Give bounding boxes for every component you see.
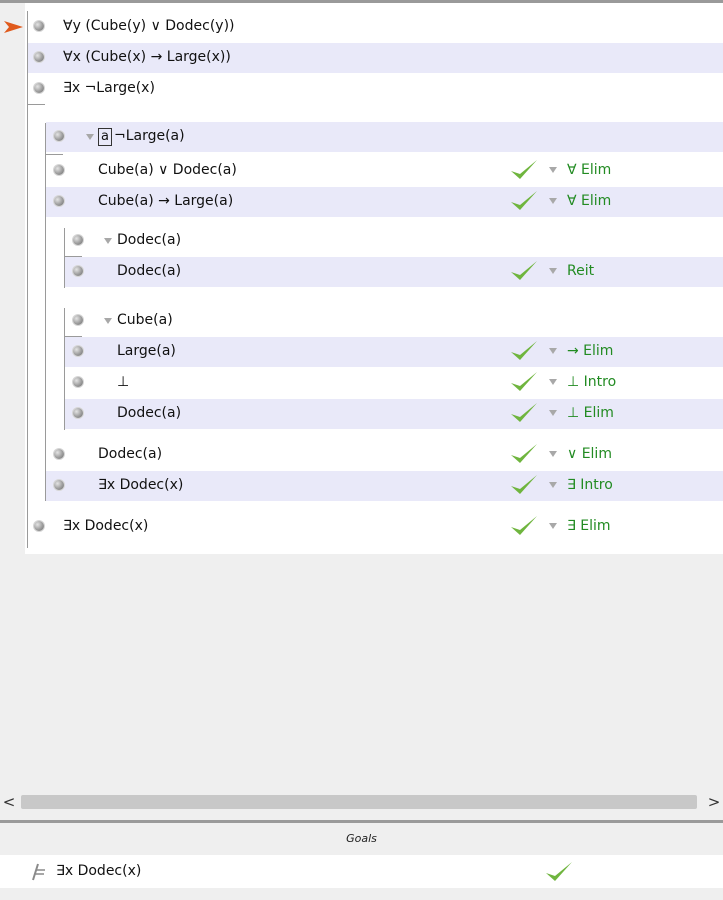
proof-step-conclusion[interactable]: ∃x Dodec(x)	[28, 512, 723, 542]
step-bullet-icon[interactable]	[73, 408, 83, 418]
step-formula[interactable]: Dodec(a)	[117, 405, 181, 421]
scroll-right-arrow-icon[interactable]: >	[705, 792, 723, 812]
step-formula[interactable]: ∃x ¬Large(x)	[63, 80, 155, 96]
rule-label[interactable]: Reit	[567, 263, 594, 279]
check-icon	[546, 862, 572, 881]
step-bullet-icon[interactable]	[73, 315, 83, 325]
proof-step-premise-3[interactable]: ∃x ¬Large(x)	[28, 74, 723, 104]
case-cube-assumption[interactable]: Cube(a)	[65, 306, 723, 336]
proof-step[interactable]: Dodec(a)	[46, 440, 723, 470]
check-icon	[511, 516, 537, 535]
rule-label[interactable]: ⊥ Elim	[567, 405, 614, 421]
rule-dropdown-icon[interactable]	[549, 451, 557, 457]
step-formula[interactable]: ∃x Dodec(x)	[98, 477, 183, 493]
step-bullet-icon[interactable]	[54, 196, 64, 206]
horizontal-scrollbar[interactable]: < >	[0, 792, 723, 812]
step-formula[interactable]: Cube(a)	[117, 312, 173, 328]
subproof-collapse-icon[interactable]	[86, 134, 94, 140]
proof-step[interactable]: Dodec(a)	[65, 399, 723, 429]
rule-dropdown-icon[interactable]	[549, 410, 557, 416]
proof-step[interactable]: Large(a)	[65, 337, 723, 367]
step-formula[interactable]: Large(a)	[117, 343, 176, 359]
case-dodec-assumption[interactable]: Dodec(a)	[65, 226, 723, 256]
check-icon	[511, 444, 537, 463]
step-bullet-icon[interactable]	[54, 131, 64, 141]
step-formula[interactable]: ∀x (Cube(x) → Large(x))	[63, 49, 231, 65]
check-icon	[511, 261, 537, 280]
check-icon	[511, 160, 537, 179]
check-icon	[511, 403, 537, 422]
step-formula[interactable]: Dodec(a)	[117, 263, 181, 279]
step-bullet-icon[interactable]	[34, 21, 44, 31]
step-bullet-icon[interactable]	[34, 52, 44, 62]
check-icon	[511, 191, 537, 210]
step-bullet-icon[interactable]	[54, 165, 64, 175]
rule-dropdown-icon[interactable]	[549, 268, 557, 274]
step-bullet-icon[interactable]	[73, 377, 83, 387]
goal-formula[interactable]: ∃x Dodec(x)	[56, 863, 141, 879]
proof-step[interactable]: Cube(a) → Large(a)	[46, 187, 723, 217]
step-formula[interactable]: ∃x Dodec(x)	[63, 518, 148, 534]
rule-label[interactable]: ∀ Elim	[567, 193, 611, 209]
step-bullet-icon[interactable]	[34, 83, 44, 93]
rule-dropdown-icon[interactable]	[549, 167, 557, 173]
step-bullet-icon[interactable]	[54, 480, 64, 490]
step-formula[interactable]: ∀y (Cube(y) ∨ Dodec(y))	[63, 18, 235, 34]
rule-dropdown-icon[interactable]	[549, 198, 557, 204]
check-icon	[511, 475, 537, 494]
step-bullet-icon[interactable]	[73, 346, 83, 356]
rule-label[interactable]: ∃ Elim	[567, 518, 611, 534]
turnstile-icon	[32, 863, 45, 881]
assumption-separator	[45, 154, 63, 155]
goal-item[interactable]: ∃x Dodec(x)	[0, 855, 723, 888]
check-icon	[511, 341, 537, 360]
step-formula[interactable]: Cube(a) → Large(a)	[98, 193, 233, 209]
boxed-constant[interactable]: a	[98, 128, 112, 146]
subproof-collapse-icon[interactable]	[104, 318, 112, 324]
rule-dropdown-icon[interactable]	[549, 523, 557, 529]
scroll-left-arrow-icon[interactable]: <	[0, 792, 18, 812]
step-bullet-icon[interactable]	[73, 266, 83, 276]
rule-label[interactable]: ∀ Elim	[567, 162, 611, 178]
step-formula[interactable]: Cube(a) ∨ Dodec(a)	[98, 162, 237, 178]
rule-label[interactable]: ⊥ Intro	[567, 374, 616, 390]
rule-dropdown-icon[interactable]	[549, 348, 557, 354]
proof-step[interactable]: Dodec(a)	[65, 257, 723, 287]
step-formula[interactable]: ¬Large(a)	[114, 128, 185, 144]
step-bullet-icon[interactable]	[54, 449, 64, 459]
proof-step[interactable]: ∃x Dodec(x)	[46, 471, 723, 501]
rule-label[interactable]: ∨ Elim	[567, 446, 612, 462]
focus-arrow-icon	[4, 21, 23, 33]
step-bullet-icon[interactable]	[73, 235, 83, 245]
rule-dropdown-icon[interactable]	[549, 379, 557, 385]
proof-step-premise-2[interactable]: ∀x (Cube(x) → Large(x))	[28, 43, 723, 73]
step-formula[interactable]: ⊥	[117, 374, 129, 390]
premise-separator	[27, 104, 45, 105]
rule-label[interactable]: ∃ Intro	[567, 477, 613, 493]
proof-step[interactable]: ⊥	[65, 368, 723, 398]
proof-step[interactable]: Cube(a) ∨ Dodec(a)	[46, 156, 723, 186]
rule-dropdown-icon[interactable]	[549, 482, 557, 488]
check-icon	[511, 372, 537, 391]
rule-label[interactable]: → Elim	[567, 343, 613, 359]
step-formula[interactable]: Dodec(a)	[117, 232, 181, 248]
subproof-collapse-icon[interactable]	[104, 238, 112, 244]
goals-title: Goals	[346, 832, 377, 845]
step-formula[interactable]: Dodec(a)	[98, 446, 162, 462]
proof-step-premise-1[interactable]: ∀y (Cube(y) ∨ Dodec(y))	[28, 12, 723, 42]
scroll-thumb[interactable]	[21, 795, 697, 809]
proof-panel[interactable]: ∀y (Cube(y) ∨ Dodec(y)) ∀x (Cube(x) → La…	[0, 3, 723, 783]
step-bullet-icon[interactable]	[34, 521, 44, 531]
subproof-a-assumption[interactable]: a ¬Large(a)	[46, 122, 723, 152]
goals-header: Goals	[0, 823, 723, 855]
